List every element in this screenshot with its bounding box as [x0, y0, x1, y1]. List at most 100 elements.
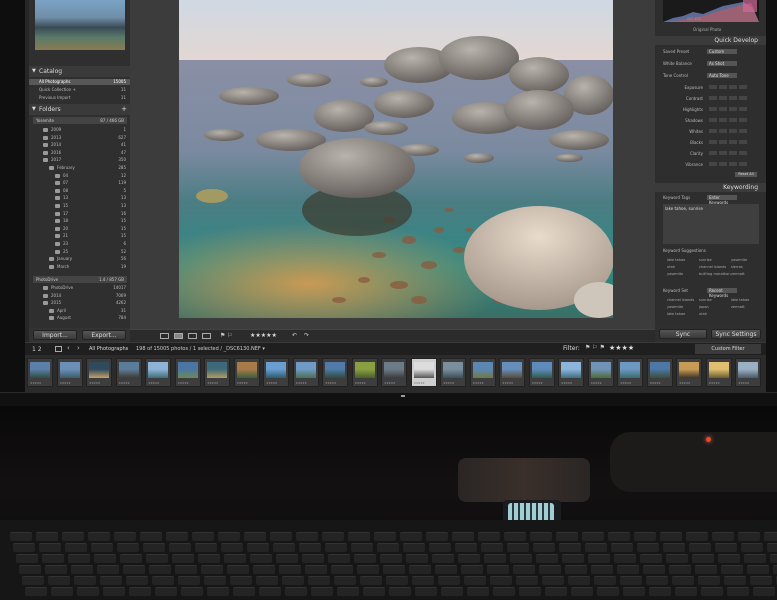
folder-item[interactable]: 15 13 [29, 203, 130, 209]
filmstrip-thumbnail[interactable]: ★★★★★ [86, 358, 112, 387]
saved-preset-row[interactable]: Saved Preset Custom [663, 48, 759, 55]
folder-item[interactable]: March 19 [29, 264, 130, 270]
adjust-step-button[interactable] [739, 107, 747, 111]
grid-view-icon[interactable] [160, 333, 169, 339]
filmstrip-thumbnail[interactable]: ★★★★★ [469, 358, 496, 387]
catalog-item[interactable]: Quick Collection + 11 [29, 87, 130, 93]
filmstrip-thumbnail[interactable]: ★★★★★ [145, 358, 171, 387]
filmstrip-thumbnail[interactable]: ★★★★★ [528, 358, 555, 387]
filmstrip-thumbnail[interactable]: ★★★★★ [204, 358, 230, 387]
sync-settings-button[interactable]: Sync Settings [711, 329, 761, 339]
filmstrip-thumbnail[interactable]: ★★★★★ [381, 358, 407, 387]
keyword-suggestion[interactable]: sunrise [699, 258, 712, 262]
reset-all-button[interactable]: Reset All [735, 172, 757, 177]
volume-header-photodrive[interactable]: PhotoDrive 1.4 / 857 GB [33, 276, 127, 283]
adjust-step-button[interactable] [719, 151, 727, 155]
folder-item[interactable]: 23 6 [29, 241, 130, 247]
filmstrip-thumbnail[interactable]: ★★★★★ [705, 358, 732, 387]
filmstrip-view-number-icon[interactable]: 1 2 [32, 346, 42, 353]
catalog-item[interactable]: All Photographs 15005 [29, 79, 130, 85]
develop-slider-row[interactable]: Whites [663, 128, 759, 135]
folder-item[interactable]: August 784 [29, 315, 130, 321]
keywording-header[interactable]: Keywording [655, 183, 766, 192]
folder-item[interactable]: 21 15 [29, 233, 130, 239]
filmstrip-thumbnail[interactable]: ★★★★★ [174, 358, 201, 387]
adjust-step-button[interactable] [709, 85, 717, 89]
folder-item[interactable]: 07 119 [29, 180, 130, 186]
adjust-step-button[interactable] [739, 96, 747, 100]
adjust-step-button[interactable] [709, 96, 717, 100]
keyword-suggestion[interactable]: channel islands [699, 265, 726, 269]
adjust-step-button[interactable] [739, 151, 747, 155]
folders-panel-header[interactable]: ▼ Folders + [29, 104, 130, 115]
folder-item[interactable]: 2017 350 [29, 157, 130, 163]
develop-slider-row[interactable]: Clarity [663, 150, 759, 157]
adjust-step-button[interactable] [719, 118, 727, 122]
filmstrip-thumbnail[interactable]: ★★★★★ [27, 358, 53, 387]
filmstrip-thumbnail[interactable]: ★★★★★ [410, 358, 437, 387]
keyword-suggestion[interactable]: yosemite [667, 272, 683, 276]
volume-header-yosemite[interactable]: Yosemite 87 / 466 GB [33, 117, 127, 124]
recent-keyword[interactable]: yosemite [667, 305, 683, 309]
keyword-set-row[interactable]: Keyword Set Recent Keywords [663, 287, 759, 298]
loupe-view-icon[interactable] [174, 333, 183, 339]
grid-icon[interactable] [55, 346, 62, 352]
filmstrip-thumbnail[interactable]: ★★★★★ [646, 358, 673, 387]
adjust-step-button[interactable] [709, 129, 717, 133]
filmstrip-thumbnail[interactable]: ★★★★★ [115, 358, 142, 387]
adjust-step-button[interactable] [729, 107, 737, 111]
forward-arrow-icon[interactable]: › [77, 344, 80, 352]
loupe-photo[interactable] [179, 0, 613, 318]
export-button[interactable]: Export... [82, 330, 126, 340]
adjust-step-button[interactable] [729, 129, 737, 133]
recent-keyword[interactable]: japan [699, 305, 709, 309]
filmstrip-thumbnail[interactable]: ★★★★★ [558, 358, 584, 387]
folder-item[interactable]: 2014 7069 [29, 293, 130, 299]
develop-slider-row[interactable]: Exposure [663, 84, 759, 91]
filmstrip-thumbnail[interactable]: ★★★★★ [292, 358, 319, 387]
adjust-step-button[interactable] [709, 118, 717, 122]
white-balance-row[interactable]: White Balance As Shot [663, 60, 759, 67]
adjust-step-button[interactable] [729, 118, 737, 122]
keyword-suggestion[interactable]: utah [667, 265, 675, 269]
folder-item[interactable]: 18 15 [29, 218, 130, 224]
adjust-step-button[interactable] [719, 129, 727, 133]
custom-filter-dropdown[interactable]: Custom Filter [695, 344, 761, 354]
adjust-step-button[interactable] [739, 140, 747, 144]
filmstrip-thumbnail[interactable]: ★★★★★ [440, 358, 466, 387]
filmstrip-thumbnail[interactable]: ★★★★★ [263, 358, 289, 387]
folder-item[interactable]: 2014 41 [29, 142, 130, 148]
rotate-left-icon[interactable]: ↶ [292, 332, 297, 340]
folder-item[interactable]: January 56 [29, 256, 130, 262]
back-arrow-icon[interactable]: ‹ [67, 344, 70, 352]
filmstrip-thumbnail[interactable]: ★★★★★ [499, 358, 525, 387]
develop-slider-row[interactable]: Vibrance [663, 161, 759, 168]
adjust-step-button[interactable] [729, 96, 737, 100]
adjust-step-button[interactable] [709, 107, 717, 111]
adjust-step-button[interactable] [729, 162, 737, 166]
survey-view-icon[interactable] [202, 333, 211, 339]
recent-keyword[interactable]: sunrise [699, 298, 712, 302]
keyword-suggestion[interactable]: bullfrog marathon [699, 272, 731, 276]
recent-keyword[interactable]: channel islands [667, 298, 694, 302]
filmstrip-thumbnail[interactable]: ★★★★★ [617, 358, 643, 387]
star-filter[interactable]: ★★★★ [609, 344, 634, 352]
recent-keyword[interactable]: zermatt [731, 305, 745, 309]
develop-slider-row[interactable]: Blacks [663, 139, 759, 146]
add-folder-icon[interactable]: + [121, 104, 127, 115]
folder-item[interactable]: PhotoDrive 14017 [29, 285, 130, 291]
filmstrip-thumbnail[interactable]: ★★★★★ [735, 358, 761, 387]
keyword-tags-row[interactable]: Keyword Tags Enter Keywords [663, 194, 759, 205]
adjust-step-button[interactable] [729, 140, 737, 144]
folder-item[interactable]: 2015 4262 [29, 300, 130, 306]
import-button[interactable]: Import... [33, 330, 77, 340]
source-label[interactable]: All Photographs [89, 346, 128, 352]
develop-slider-row[interactable]: Shadows [663, 117, 759, 124]
tone-control-row[interactable]: Tone Control Auto Tone [663, 72, 759, 79]
recent-keyword[interactable]: lake tahoe [667, 312, 685, 316]
adjust-step-button[interactable] [709, 140, 717, 144]
develop-slider-row[interactable]: Contrast [663, 95, 759, 102]
filmstrip-thumbnail[interactable]: ★★★★★ [676, 358, 702, 387]
folder-item[interactable]: February 285 [29, 165, 130, 171]
recent-keyword[interactable]: lake tahoe [731, 298, 749, 302]
